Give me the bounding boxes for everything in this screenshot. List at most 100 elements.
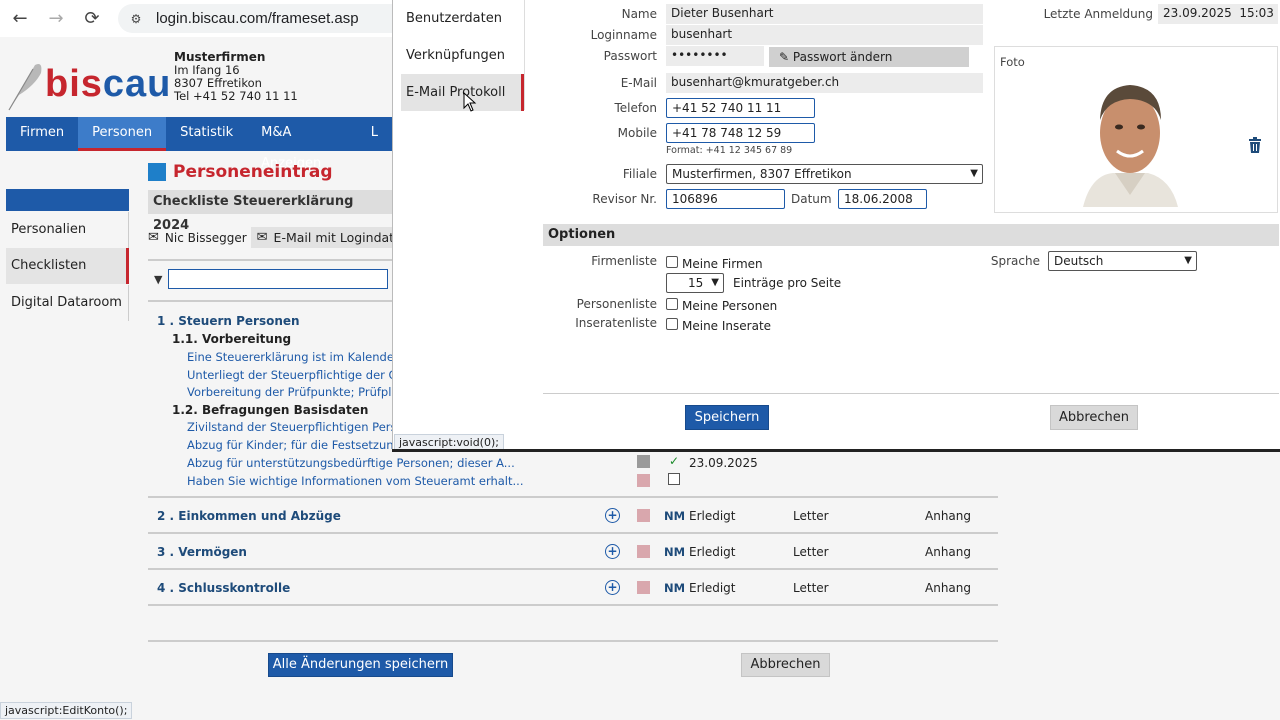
add-icon[interactable]: + <box>605 580 620 595</box>
menu-benutzerdaten[interactable]: Benutzerdaten <box>401 0 524 37</box>
feather-icon <box>8 64 42 111</box>
nm-label: NM <box>664 545 686 559</box>
per-page-select[interactable]: 15 ▼ <box>666 273 724 293</box>
sprache-label: Sprache <box>990 254 1040 268</box>
list-item[interactable]: Haben Sie wichtige Informationen vom Ste… <box>187 474 523 488</box>
table-row: 4 . Schlusskontrolle + NM Erledigt Lette… <box>148 570 998 606</box>
last-login-label: Letzte Anmeldung <box>1043 7 1153 21</box>
email-label: E-Mail <box>620 76 657 90</box>
list-item[interactable]: Eine Steuererklärung ist im Kalender <box>187 350 399 364</box>
divider <box>148 300 392 302</box>
name-label: Name <box>621 7 657 21</box>
add-icon[interactable]: + <box>605 508 620 523</box>
avatar <box>1083 85 1178 207</box>
checkmark-icon[interactable]: ✓ <box>669 454 679 468</box>
telefon-input[interactable]: +41 52 740 11 11 <box>666 98 815 118</box>
per-page-label: Einträge pro Seite <box>733 276 842 290</box>
status-text: Erledigt <box>689 545 736 559</box>
chevron-down-icon: ▼ <box>1184 255 1192 266</box>
status-text: Erledigt <box>689 581 736 595</box>
reload-icon[interactable]: ⟳ <box>80 7 104 31</box>
sidebar-item-personalien[interactable]: Personalien <box>6 212 129 248</box>
foto-label: Foto <box>1000 55 1025 69</box>
check-date: 23.09.2025 <box>689 456 758 470</box>
status-square <box>637 455 650 468</box>
datum-input[interactable]: 18.06.2008 <box>838 189 927 209</box>
sidebar-item-checklisten[interactable]: Checklisten <box>6 248 129 284</box>
logo-text: biscau <box>45 63 172 105</box>
checklist-title: Checkliste Steuererklärung 2024 <box>148 190 392 233</box>
letter-link[interactable]: Letter <box>793 581 829 595</box>
anhang-link[interactable]: Anhang <box>925 545 971 559</box>
meine-inserate-label: Meine Inserate <box>682 319 772 333</box>
filiale-label: Filiale <box>622 167 657 181</box>
sidebar-item-digital-dataroom[interactable]: Digital Dataroom <box>6 285 129 321</box>
sub-befragungen: 1.2. Befragungen Basisdaten <box>172 403 369 417</box>
filter-row: ▼ <box>148 269 389 289</box>
save-button[interactable]: Speichern <box>685 405 769 430</box>
photo-box: Foto <box>994 46 1278 213</box>
status-text: Erledigt <box>689 509 736 523</box>
mail-row: ✉ Nic Bissegger ✉ E-Mail mit Logindat <box>148 227 401 248</box>
save-all-button[interactable]: Alle Änderungen speichern <box>268 653 453 677</box>
format-hint: Format: +41 12 345 67 89 <box>666 145 793 156</box>
mobile-input[interactable]: +41 78 748 12 59 <box>666 123 815 143</box>
add-icon[interactable]: + <box>605 544 620 559</box>
divider <box>148 640 998 642</box>
chevron-down-icon: ▼ <box>970 168 978 179</box>
item-checkbox[interactable] <box>668 473 680 485</box>
nav-statistik[interactable]: Statistik <box>166 117 247 151</box>
revisor-label: Revisor Nr. <box>592 192 657 206</box>
filter-input[interactable] <box>168 269 389 289</box>
user-account-dialog: Benutzerdaten Verknüpfungen E-Mail Proto… <box>392 0 1280 452</box>
nav-firmen[interactable]: Firmen <box>6 117 78 151</box>
revisor-input[interactable]: 106896 <box>666 189 785 209</box>
sprache-select[interactable]: Deutsch ▼ <box>1048 251 1197 271</box>
person-mail-link[interactable]: Nic Bissegger <box>165 231 247 245</box>
meine-firmen-checkbox[interactable] <box>666 256 678 268</box>
trash-icon[interactable] <box>1248 137 1262 153</box>
change-password-button[interactable]: ✎ Passwort ändern <box>769 47 969 67</box>
anhang-link[interactable]: Anhang <box>925 509 971 523</box>
letter-link[interactable]: Letter <box>793 545 829 559</box>
table-row: 2 . Einkommen und Abzüge + NM Erledigt L… <box>148 498 998 534</box>
list-item[interactable]: Abzug für unterstützungsbedürftige Perso… <box>187 456 515 470</box>
filiale-select[interactable]: Musterfirmen, 8307 Effretikon ▼ <box>666 164 983 184</box>
list-item[interactable]: Unterliegt der Steuerpflichtige der Q <box>187 368 398 382</box>
forward-icon[interactable]: → <box>44 7 68 31</box>
page-title: Personeneintrag <box>148 162 333 182</box>
anhang-link[interactable]: Anhang <box>925 581 971 595</box>
password-label: Passwort <box>603 49 657 63</box>
meine-personen-label: Meine Personen <box>682 299 778 313</box>
cancel-button[interactable]: Abbrechen <box>741 653 830 677</box>
nav-personen[interactable]: Personen <box>78 117 167 151</box>
table-row: 3 . Vermögen + NM Erledigt Letter Anhang <box>148 534 998 570</box>
nav-more[interactable]: L <box>357 117 392 151</box>
last-login-value: 23.09.2025 15:03 <box>1158 4 1278 24</box>
firmenliste-label: Firmenliste <box>591 254 657 268</box>
group-steuern-personen[interactable]: 1 . Steuern Personen <box>157 314 300 328</box>
nav-ma-anzeigen[interactable]: M&A Anzeigen <box>247 117 357 171</box>
divider <box>524 0 525 110</box>
status-square <box>637 474 650 487</box>
row-label[interactable]: 2 . Einkommen und Abzüge <box>157 509 341 523</box>
email-field: busenhart@kmuratgeber.ch <box>666 73 983 93</box>
pencil-icon: ✎ <box>779 50 790 64</box>
site-settings-icon[interactable]: ⚙ <box>126 9 146 29</box>
meine-personen-checkbox[interactable] <box>666 298 678 310</box>
dialog-cancel-button[interactable]: Abbrechen <box>1050 405 1138 430</box>
menu-verknuepfungen[interactable]: Verknüpfungen <box>401 37 524 74</box>
meine-inserate-checkbox[interactable] <box>666 318 678 330</box>
back-icon[interactable]: ← <box>8 7 32 31</box>
list-item[interactable]: Vorbereitung der Prüfpunkte; Prüfpla <box>187 385 398 399</box>
row-label[interactable]: 3 . Vermögen <box>157 545 247 559</box>
list-item[interactable]: Abzug für Kinder; für die Festsetzung <box>187 438 401 452</box>
status-square <box>637 545 650 558</box>
envelope-icon[interactable]: ✉ <box>148 230 159 245</box>
letter-link[interactable]: Letter <box>793 509 829 523</box>
loginname-field: busenhart <box>666 25 983 45</box>
status-square <box>637 509 650 522</box>
email-login-button[interactable]: ✉ E-Mail mit Logindat <box>250 227 401 248</box>
row-label[interactable]: 4 . Schlusskontrolle <box>157 581 290 595</box>
list-item[interactable]: Zivilstand der Steuerpflichtigen Perso <box>187 420 404 434</box>
